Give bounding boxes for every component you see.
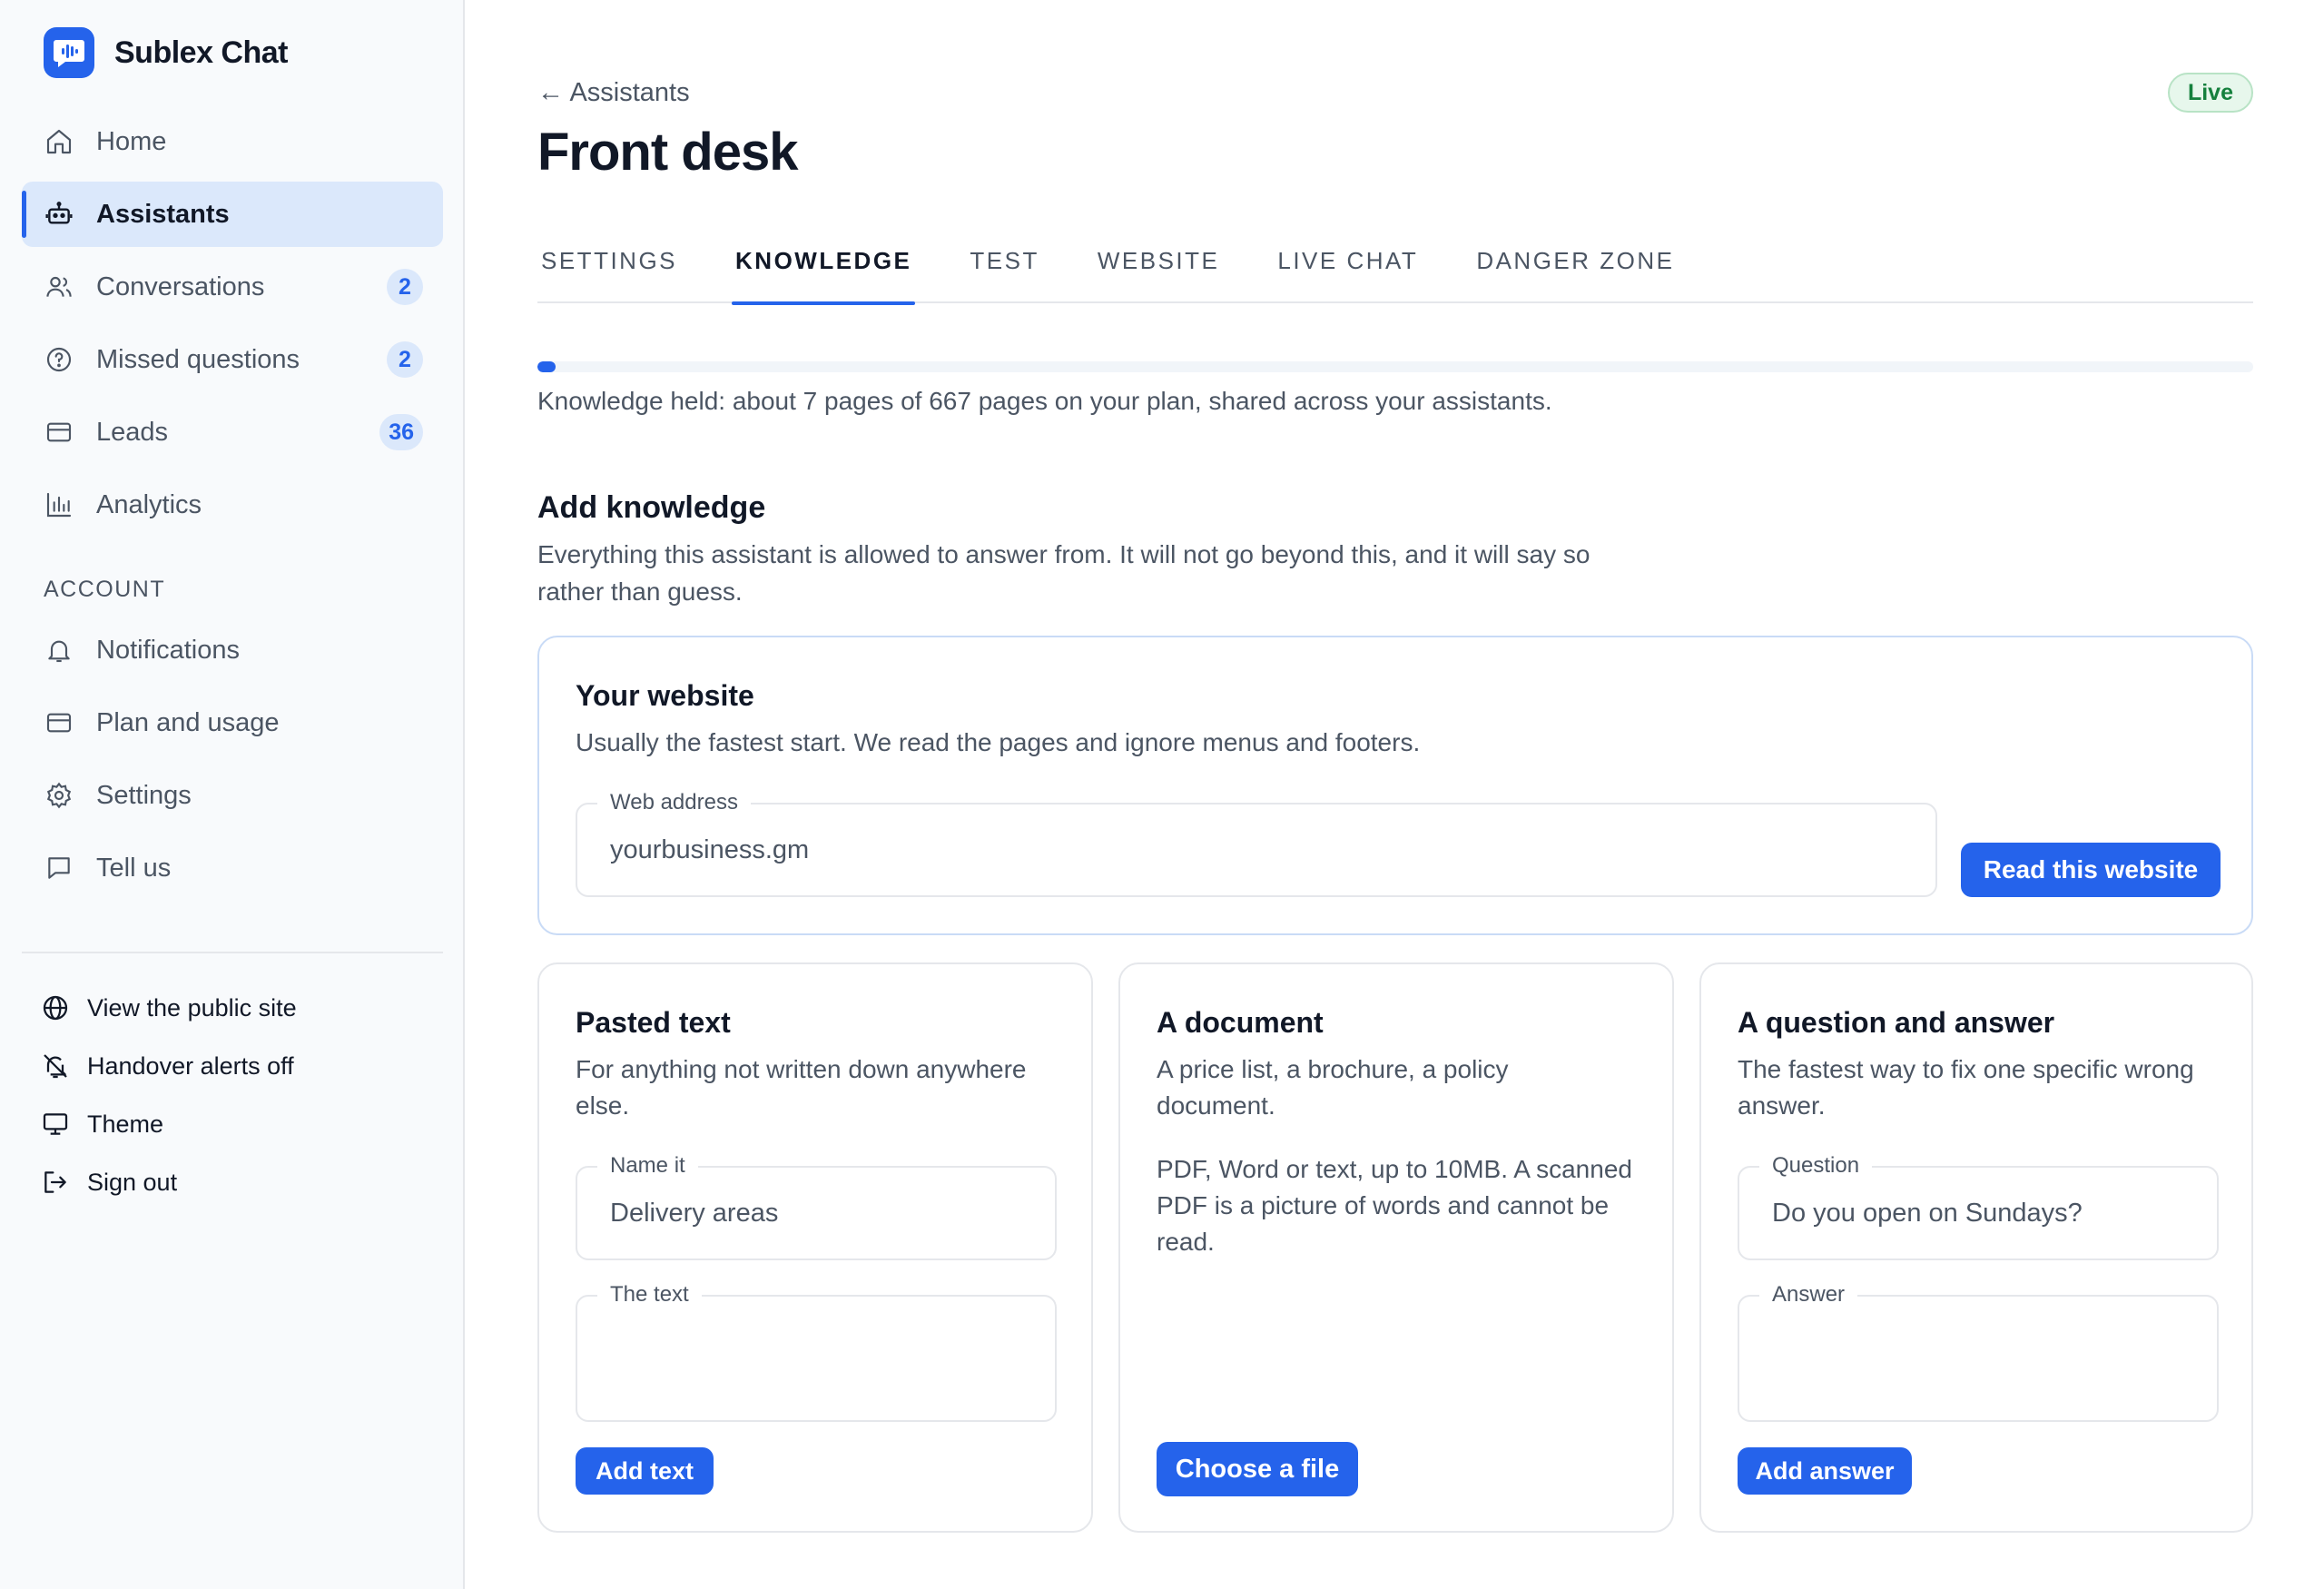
users-icon [44, 271, 74, 302]
home-icon [44, 126, 74, 157]
tab-website[interactable]: WEBSITE [1094, 232, 1224, 303]
sign-out-link[interactable]: Sign out [40, 1153, 297, 1211]
brand-name: Sublex Chat [114, 35, 288, 70]
sidebar-item-leads[interactable]: Leads 36 [22, 400, 443, 465]
sidebar-item-analytics[interactable]: Analytics [22, 472, 443, 538]
theme-toggle[interactable]: Theme [40, 1095, 297, 1153]
field-label: Answer [1759, 1282, 1858, 1308]
read-website-button[interactable]: Read this website [1961, 843, 2221, 897]
card-description: Usually the fastest start. We read the p… [576, 728, 1421, 756]
sidebar-item-notifications[interactable]: Notifications [22, 617, 443, 683]
count-badge: 36 [379, 414, 423, 450]
card-description: The fastest way to fix one specific wron… [1738, 1055, 2194, 1120]
status-badge: Live [2167, 73, 2253, 113]
credit-card-icon [44, 707, 74, 738]
message-square-icon [44, 853, 74, 883]
sidebar-item-label: Settings [96, 780, 192, 810]
qa-card: A question and answer The fastest way to… [1699, 962, 2253, 1533]
sidebar-item-assistants[interactable]: Assistants [22, 182, 443, 247]
sidebar-item-label: Missed questions [96, 344, 300, 374]
account-section-label: ACCOUNT [44, 577, 166, 602]
field-placeholder: Delivery areas [610, 1198, 779, 1228]
choose-file-button[interactable]: Choose a file [1157, 1442, 1358, 1496]
card-title: Pasted text [576, 1006, 731, 1039]
text-textarea[interactable]: The text [576, 1282, 1057, 1422]
sidebar-item-tell-us[interactable]: Tell us [22, 835, 443, 901]
gear-icon [44, 780, 74, 811]
sign-out-icon [40, 1167, 71, 1198]
add-text-button[interactable]: Add text [576, 1447, 714, 1495]
monitor-icon [40, 1109, 71, 1140]
robot-icon [44, 199, 74, 230]
handover-alerts-toggle[interactable]: Handover alerts off [40, 1037, 297, 1095]
sidebar-item-label: Conversations [96, 271, 265, 301]
sidebar-item-label: Analytics [96, 489, 202, 519]
field-placeholder: yourbusiness.gm [610, 834, 810, 864]
page-title: Front desk [537, 123, 798, 182]
sidebar-item-settings[interactable]: Settings [22, 763, 443, 828]
chat-logo-icon [44, 27, 94, 78]
pasted-text-card: Pasted text For anything not written dow… [537, 962, 1093, 1533]
bell-icon [44, 635, 74, 666]
web-address-input[interactable]: Web address yourbusiness.gm [576, 790, 1937, 897]
sidebar-item-label: Assistants [96, 199, 230, 229]
tab-bar: SETTINGS KNOWLEDGE TEST WEBSITE LIVE CHA… [537, 232, 2253, 305]
add-knowledge-title: Add knowledge [537, 490, 766, 525]
footer-link-label: Handover alerts off [87, 1051, 294, 1080]
name-it-input[interactable]: Name it Delivery areas [576, 1153, 1057, 1260]
sidebar-item-home[interactable]: Home [22, 109, 443, 174]
question-circle-icon [44, 344, 74, 375]
document-note: PDF, Word or text, up to 10MB. A scanned… [1157, 1155, 1632, 1256]
card-icon [44, 417, 74, 448]
sidebar-item-conversations[interactable]: Conversations 2 [22, 254, 443, 320]
sidebar-item-label: Notifications [96, 635, 240, 665]
bell-off-icon [40, 1051, 71, 1081]
tab-settings[interactable]: SETTINGS [537, 232, 681, 303]
tab-test[interactable]: TEST [966, 232, 1042, 303]
footer-link-label: Theme [87, 1110, 164, 1138]
sidebar-divider [22, 952, 443, 953]
question-input[interactable]: Question Do you open on Sundays? [1738, 1153, 2219, 1260]
card-title: A question and answer [1738, 1006, 2055, 1039]
card-description: A price list, a brochure, a policy docum… [1157, 1055, 1509, 1120]
brand[interactable]: Sublex Chat [44, 27, 288, 78]
sidebar-item-label: Tell us [96, 853, 172, 883]
knowledge-usage-bar [537, 361, 2253, 372]
globe-icon [40, 992, 71, 1023]
field-placeholder: Do you open on Sundays? [1772, 1198, 2083, 1228]
card-title: A document [1157, 1006, 1324, 1039]
document-card: A document A price list, a brochure, a p… [1118, 962, 1674, 1533]
card-description: For anything not written down anywhere e… [576, 1055, 1027, 1120]
field-label: The text [597, 1282, 702, 1308]
bar-chart-icon [44, 489, 74, 520]
sidebar-item-label: Home [96, 126, 167, 156]
sidebar: Sublex Chat Home Assistants Conversation… [0, 0, 465, 1589]
website-card: Your website Usually the fastest start. … [537, 636, 2253, 935]
knowledge-usage-fill [537, 361, 556, 372]
footer-link-label: View the public site [87, 993, 297, 1022]
knowledge-usage-caption: Knowledge held: about 7 pages of 667 pag… [537, 387, 1552, 415]
sidebar-item-missed-questions[interactable]: Missed questions 2 [22, 327, 443, 392]
tab-live-chat[interactable]: LIVE CHAT [1274, 232, 1422, 303]
sidebar-footer: View the public site Handover alerts off… [40, 979, 297, 1211]
sidebar-item-plan-and-usage[interactable]: Plan and usage [22, 690, 443, 755]
answer-textarea[interactable]: Answer [1738, 1282, 2219, 1422]
back-to-assistants-link[interactable]: ← Assistants [537, 78, 690, 108]
sidebar-item-label: Plan and usage [96, 707, 280, 737]
add-knowledge-description: Everything this assistant is allowed to … [537, 540, 1590, 606]
view-public-site-link[interactable]: View the public site [40, 979, 297, 1037]
sidebar-item-label: Leads [96, 417, 169, 447]
footer-link-label: Sign out [87, 1168, 178, 1196]
count-badge: 2 [387, 269, 423, 305]
tab-danger-zone[interactable]: DANGER ZONE [1472, 232, 1678, 303]
count-badge: 2 [387, 341, 423, 378]
main-nav: Home Assistants Conversations 2 Missed q… [22, 109, 443, 908]
tab-knowledge[interactable]: KNOWLEDGE [732, 232, 916, 305]
card-title: Your website [576, 679, 754, 712]
add-answer-button[interactable]: Add answer [1738, 1447, 1912, 1495]
